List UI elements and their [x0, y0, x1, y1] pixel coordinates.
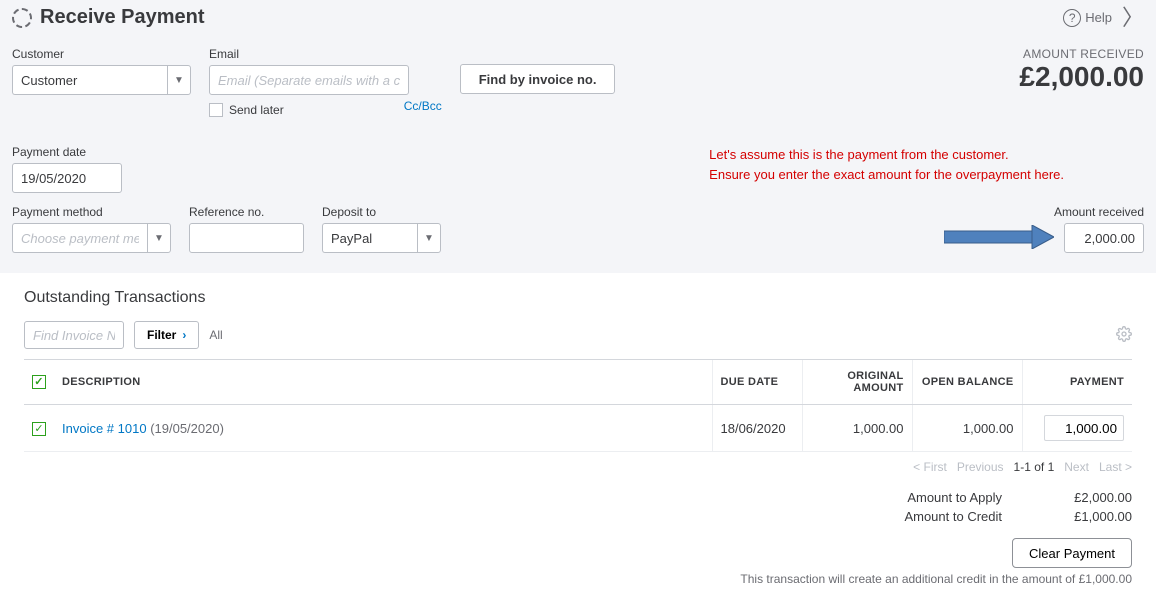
row-checkbox[interactable]: ✓ [32, 422, 46, 436]
select-all-checkbox[interactable]: ✓ [32, 375, 46, 389]
payment-date-input[interactable] [12, 163, 122, 193]
reference-label: Reference no. [189, 205, 304, 219]
help-icon: ? [1063, 9, 1081, 27]
pager-prev[interactable]: Previous [957, 460, 1004, 474]
find-by-invoice-button[interactable]: Find by invoice no. [460, 64, 616, 94]
transactions-table: ✓ DESCRIPTION DUE DATE ORIGINAL AMOUNT O… [24, 359, 1132, 452]
ccbcc-link[interactable]: Cc/Bcc [404, 99, 442, 113]
col-open: OPEN BALANCE [912, 360, 1022, 405]
amount-received-input[interactable] [1064, 223, 1144, 253]
cell-orig: 1,000.00 [802, 405, 912, 452]
col-payment: PAYMENT [1022, 360, 1132, 405]
gear-icon[interactable] [1116, 326, 1132, 345]
cell-due: 18/06/2020 [712, 405, 802, 452]
pager-first[interactable]: < First [913, 460, 947, 474]
customer-select[interactable]: Customer ▼ [12, 65, 191, 95]
deposit-label: Deposit to [322, 205, 441, 219]
help-label: Help [1085, 10, 1112, 25]
deposit-select[interactable]: PayPal ▼ [322, 223, 441, 253]
help-button[interactable]: ? Help [1063, 9, 1112, 27]
annotation-text: Let's assume this is the payment from th… [709, 145, 1144, 184]
amount-credit-value: £1,000.00 [1042, 509, 1132, 524]
arrow-icon [944, 225, 1054, 249]
clear-payment-button[interactable]: Clear Payment [1012, 538, 1132, 568]
email-input[interactable] [209, 65, 409, 95]
amount-received-label: Amount received [944, 205, 1144, 219]
chevron-down-icon[interactable]: ▼ [147, 223, 171, 253]
reference-input[interactable] [189, 223, 304, 253]
col-original: ORIGINAL AMOUNT [802, 360, 912, 405]
invoice-date: (19/05/2020) [147, 421, 224, 436]
col-due: DUE DATE [712, 360, 802, 405]
amount-apply-label: Amount to Apply [862, 490, 1002, 505]
amount-apply-value: £2,000.00 [1042, 490, 1132, 505]
page-title: Receive Payment [40, 6, 205, 29]
filter-all[interactable]: All [209, 328, 222, 342]
cell-open: 1,000.00 [912, 405, 1022, 452]
amount-received-header-label: AMOUNT RECEIVED [1019, 47, 1144, 61]
deposit-value: PayPal [322, 223, 417, 253]
customer-value: Customer [12, 65, 167, 95]
pager-last[interactable]: Last > [1099, 460, 1132, 474]
close-icon[interactable]: 〉 [1122, 7, 1144, 29]
invoice-link[interactable]: Invoice # 1010 [62, 421, 147, 436]
amount-received-header-value: £2,000.00 [1019, 61, 1144, 93]
payment-method-label: Payment method [12, 205, 171, 219]
credit-note: This transaction will create an addition… [24, 568, 1132, 586]
pager-next[interactable]: Next [1064, 460, 1089, 474]
find-invoice-input[interactable] [24, 321, 124, 349]
col-description: DESCRIPTION [54, 360, 712, 405]
email-label: Email [209, 47, 442, 61]
payment-date-label: Payment date [12, 145, 122, 159]
outstanding-title: Outstanding Transactions [24, 289, 1132, 307]
payment-input[interactable] [1044, 415, 1124, 441]
amount-credit-label: Amount to Credit [862, 509, 1002, 524]
chevron-right-icon: › [182, 328, 186, 342]
payment-method-select[interactable]: ▼ [12, 223, 171, 253]
recycle-icon [12, 8, 32, 28]
filter-button[interactable]: Filter › [134, 321, 199, 349]
pager-range: 1-1 of 1 [1014, 460, 1055, 474]
chevron-down-icon[interactable]: ▼ [417, 223, 441, 253]
pager: < First Previous 1-1 of 1 Next Last > [24, 460, 1132, 474]
chevron-down-icon[interactable]: ▼ [167, 65, 191, 95]
customer-label: Customer [12, 47, 191, 61]
payment-method-input[interactable] [12, 223, 147, 253]
send-later-checkbox[interactable]: Send later [209, 103, 284, 117]
table-row: ✓ Invoice # 1010 (19/05/2020) 18/06/2020… [24, 405, 1132, 452]
